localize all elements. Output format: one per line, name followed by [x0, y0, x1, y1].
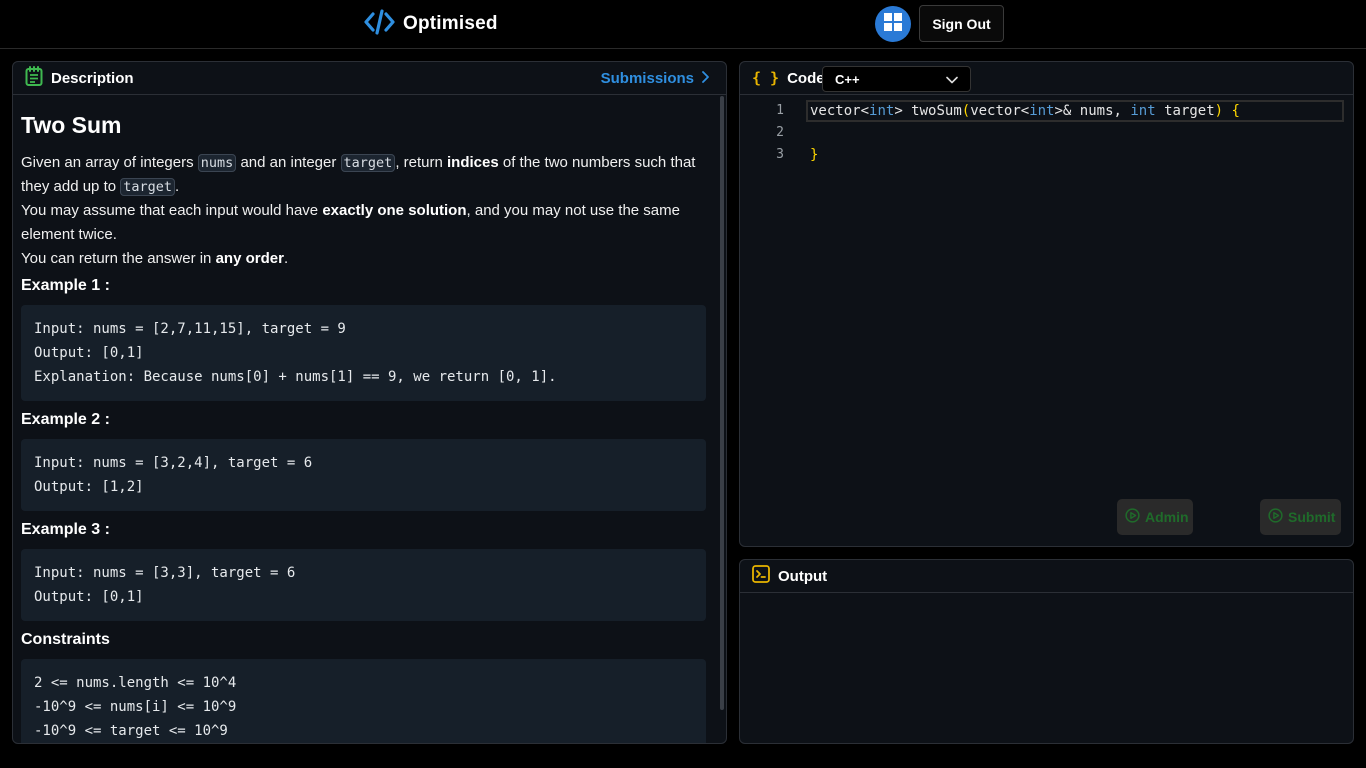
chevron-down-icon [946, 72, 958, 87]
paren-token: ) [1214, 103, 1224, 119]
description-header: Description Submissions [13, 62, 726, 95]
problem-statement: Two Sum Given an array of integers nums … [13, 95, 718, 743]
output-panel: Output [739, 559, 1354, 744]
admin-label: Admin [1145, 509, 1189, 525]
line-content: vector<int> twoSum(vector<int>& nums, in… [810, 100, 1240, 122]
description-scrollbar[interactable] [720, 96, 724, 710]
example-3-title: Example 3 : [21, 521, 110, 538]
chevron-right-icon [700, 70, 710, 87]
brand-logo[interactable]: Optimised [364, 8, 498, 40]
constraints-title: Constraints [21, 631, 110, 648]
windows-icon [884, 12, 902, 36]
code-line: Explanation: Because nums[0] + nums[1] =… [34, 369, 557, 385]
bold-text: any order [215, 250, 284, 267]
code-line: Output: [0,1] [34, 589, 144, 605]
code-line: Input: nums = [2,7,11,15], target = 9 [34, 321, 346, 337]
example-1-title: Example 1 : [21, 277, 110, 294]
description-panel: Description Submissions Two Sum Given an… [12, 61, 727, 744]
submissions-label: Submissions [600, 70, 694, 87]
play-circle-icon [1125, 508, 1140, 526]
output-tab[interactable]: Output [778, 568, 827, 585]
inline-code: target [340, 154, 396, 172]
token: vector< [970, 103, 1030, 119]
code-header: { } Code C++ [740, 62, 1353, 95]
code-editor[interactable]: 1 vector<int> twoSum(vector<int>& nums, … [740, 95, 1353, 495]
submit-button[interactable]: Submit [1260, 499, 1341, 535]
keyword-token: int [1130, 103, 1156, 119]
keyword-token: int [869, 103, 895, 119]
language-select[interactable]: C++ [822, 66, 971, 92]
problem-paragraph-3: You can return the answer in any order. [21, 247, 706, 271]
keyword-token: int [1029, 103, 1055, 119]
line-number: 1 [776, 103, 784, 118]
text: Given an array of integers [21, 154, 198, 171]
code-brackets-icon [364, 8, 395, 40]
braces-icon: { } [752, 69, 780, 87]
windows-button[interactable] [875, 6, 911, 42]
editor-line[interactable]: 1 vector<int> twoSum(vector<int>& nums, … [740, 100, 1353, 122]
example-1-block: Input: nums = [2,7,11,15], target = 9 Out… [21, 305, 706, 401]
paren-token: ( [961, 103, 971, 119]
token: vector< [810, 103, 870, 119]
code-line: Input: nums = [3,2,4], target = 6 [34, 455, 313, 471]
code-line: 2 <= nums.length <= 10^4 [34, 675, 237, 691]
brace-token: { [1223, 103, 1240, 119]
bold-text: indices [447, 154, 499, 171]
text: , return [395, 154, 447, 171]
text: You may assume that each input would hav… [21, 202, 323, 219]
text: You can return the answer in [21, 250, 216, 267]
editor-line[interactable]: 3 } [740, 144, 1353, 166]
example-2-block: Input: nums = [3,2,4], target = 6 Output:… [21, 439, 706, 511]
line-number: 2 [776, 125, 784, 140]
token: >& nums, [1054, 103, 1131, 119]
top-bar: Optimised Sign Out [0, 0, 1366, 49]
text: . [283, 250, 289, 267]
terminal-icon [752, 564, 770, 588]
language-value: C++ [835, 71, 860, 87]
example-2-title: Example 2 : [21, 411, 110, 428]
code-line: Output: [1,2] [34, 479, 144, 495]
brace-token: } [810, 147, 819, 163]
submissions-link[interactable]: Submissions [601, 70, 710, 87]
code-tab[interactable]: Code [787, 70, 825, 87]
problem-paragraph-2: You may assume that each input would hav… [21, 199, 706, 247]
inline-code: nums [197, 154, 237, 172]
text: . [175, 178, 180, 195]
code-line: -10^9 <= nums[i] <= 10^9 [34, 699, 237, 715]
output-area [740, 593, 1353, 743]
output-header: Output [740, 560, 1353, 593]
inline-code: target [120, 178, 176, 196]
token: target [1155, 103, 1215, 119]
line-number: 3 [776, 147, 784, 162]
code-line: Input: nums = [3,3], target = 6 [34, 565, 296, 581]
code-panel: { } Code C++ 1 vector<int> twoSum(vector… [739, 61, 1354, 547]
problem-paragraph-1: Given an array of integers nums and an i… [21, 151, 706, 199]
brand-name: Optimised [403, 13, 498, 34]
sign-out-button[interactable]: Sign Out [919, 5, 1004, 42]
constraints-block: 2 <= nums.length <= 10^4 -10^9 <= nums[i]… [21, 659, 706, 743]
code-line: -10^9 <= target <= 10^9 [34, 723, 228, 739]
play-circle-icon [1268, 508, 1283, 526]
token: > twoSum [894, 103, 962, 119]
code-line: Output: [0,1] [34, 345, 144, 361]
text: and an integer [236, 154, 341, 171]
notepad-icon [25, 65, 43, 91]
description-tab[interactable]: Description [51, 70, 134, 87]
editor-line[interactable]: 2 [740, 122, 1353, 144]
problem-title: Two Sum [21, 112, 122, 138]
bold-text: exactly one solution [322, 202, 467, 219]
submit-label: Submit [1288, 509, 1336, 525]
admin-button[interactable]: Admin [1117, 499, 1193, 535]
example-3-block: Input: nums = [3,3], target = 6 Output: [… [21, 549, 706, 621]
